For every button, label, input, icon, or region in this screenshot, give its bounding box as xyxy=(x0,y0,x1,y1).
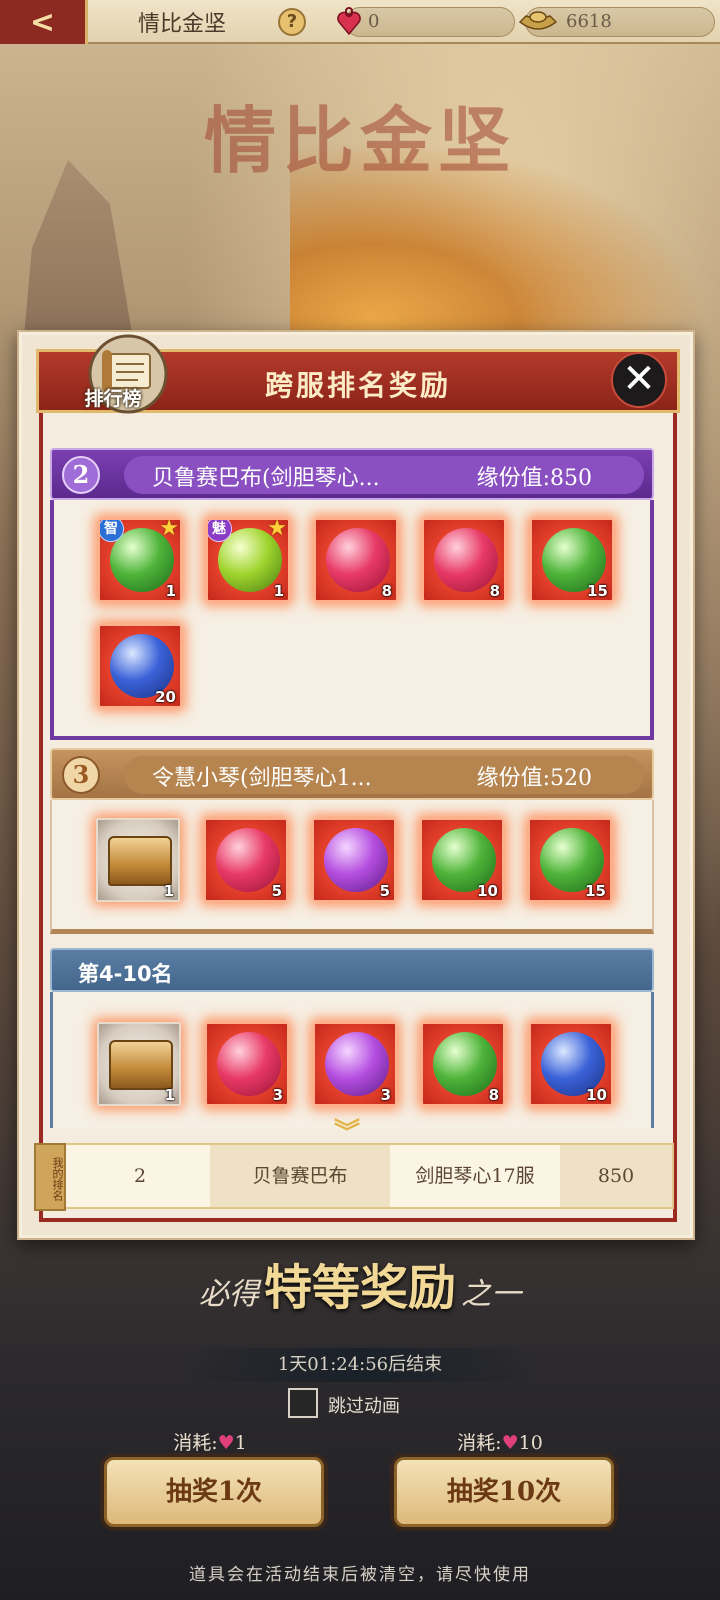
treasure-chest-icon xyxy=(108,836,172,886)
red-orb-icon xyxy=(326,528,390,592)
rank-4-10-items: 1 3 3 8 10 xyxy=(50,992,654,1128)
heart-icon: ♥ xyxy=(217,1432,235,1454)
reward-item[interactable]: 1 xyxy=(96,818,180,902)
treasure-chest-icon xyxy=(109,1040,173,1090)
rank-4-10-header: 第4-10名 xyxy=(50,948,654,992)
draw-ten-button[interactable]: 抽奖10次 xyxy=(394,1457,614,1527)
rank-3-items: 1 5 5 10 15 xyxy=(50,800,654,934)
skip-animation-label: 跳过动画 xyxy=(328,1396,400,1417)
green-lotus-orb-icon xyxy=(433,1032,497,1096)
reward-item[interactable]: 10 xyxy=(529,1022,613,1106)
reward-item[interactable]: 3 xyxy=(313,1022,397,1106)
ingot-count: 6618 xyxy=(566,11,612,32)
my-rank-score: 850 xyxy=(560,1145,672,1207)
ingot-currency: 6618 xyxy=(518,7,715,37)
heart-currency: 0 xyxy=(337,7,515,37)
top-bar: < 情比金坚 ? 0 6618 xyxy=(0,0,720,44)
draw-once-button[interactable]: 抽奖1次 xyxy=(104,1457,324,1527)
my-rank-server: 剑胆琴心17服 xyxy=(415,1165,535,1187)
heart-lock-icon xyxy=(337,7,361,36)
star-icon: ★ xyxy=(267,518,287,541)
rank-2-items: 智 ★ 1 魅 ★ 1 8 8 15 20 xyxy=(50,500,654,740)
leaderboard-badge-label: 排行榜 xyxy=(84,388,142,410)
footer-note: 道具会在活动结束后被清空，请尽快使用 xyxy=(189,1565,531,1585)
purple-orb-icon xyxy=(325,1032,389,1096)
reward-item[interactable]: 15 xyxy=(528,818,612,902)
top-title: 情比金坚 xyxy=(138,12,227,37)
star-icon: ★ xyxy=(159,518,179,541)
red-orb-icon xyxy=(217,1032,281,1096)
reward-item[interactable]: 8 xyxy=(314,518,398,602)
help-button[interactable]: ? xyxy=(278,8,306,36)
my-rank-tag: 我的排名 xyxy=(34,1143,66,1211)
purple-orb-icon xyxy=(324,828,388,892)
skip-animation-checkbox[interactable] xyxy=(288,1388,318,1418)
heart-count: 0 xyxy=(368,11,380,32)
rank-range-title: 第4-10名 xyxy=(78,962,173,986)
affinity-score: 缘份值:850 xyxy=(476,466,592,491)
red-orb-icon xyxy=(216,828,280,892)
my-rank-number: 2 xyxy=(133,1165,147,1187)
player-name: 贝鲁赛巴布(剑胆琴心... xyxy=(152,466,380,491)
special-reward-banner: 必得 特等奖励 之一 xyxy=(198,1260,522,1316)
rank-2-header: 2 贝鲁赛巴布(剑胆琴心... 缘份值:850 xyxy=(50,448,654,500)
banner-title: 情比金坚 xyxy=(203,98,516,183)
back-arrow-icon: < xyxy=(29,4,56,40)
reward-item[interactable]: 5 xyxy=(204,818,288,902)
reward-item[interactable]: 15 xyxy=(530,518,614,602)
rank-badge: 2 xyxy=(62,456,100,494)
reward-item[interactable]: 魅 ★ 1 xyxy=(206,518,290,602)
rank-badge: 3 xyxy=(62,756,100,794)
event-timer: 1天01:24:56后结束 xyxy=(180,1348,540,1382)
reward-item[interactable]: 10 xyxy=(420,818,504,902)
player-name: 令慧小琴(剑胆琴心1... xyxy=(152,766,372,791)
gold-ingot-icon xyxy=(518,11,558,30)
reward-item[interactable]: 3 xyxy=(205,1022,289,1106)
cost-single: 消耗:♥1 xyxy=(173,1432,247,1454)
heart-icon: ♥ xyxy=(501,1432,519,1454)
reward-item[interactable]: 智 ★ 1 xyxy=(98,518,182,602)
reward-item[interactable]: 8 xyxy=(421,1022,505,1106)
reward-list[interactable]: 2 贝鲁赛巴布(剑胆琴心... 缘份值:850 智 ★ 1 魅 ★ 1 8 8 … xyxy=(37,412,661,1128)
reward-item[interactable]: 5 xyxy=(312,818,396,902)
my-rank-bar: 我的排名 2 贝鲁赛巴布 剑胆琴心17服 850 xyxy=(34,1143,674,1211)
my-rank-name: 贝鲁赛巴布 xyxy=(210,1145,390,1207)
close-icon: ✕ xyxy=(622,356,656,402)
cost-ten: 消耗:♥10 xyxy=(457,1432,543,1454)
back-button[interactable]: < xyxy=(0,0,88,44)
reward-item[interactable]: 20 xyxy=(98,624,182,708)
close-button[interactable]: ✕ xyxy=(611,352,667,408)
reward-item[interactable]: 8 xyxy=(422,518,506,602)
rank-3-header: 3 令慧小琴(剑胆琴心1... 缘份值:520 xyxy=(50,748,654,800)
red-orb-icon xyxy=(434,528,498,592)
affinity-score: 缘份值:520 xyxy=(476,766,592,791)
reward-item[interactable]: 1 xyxy=(97,1022,181,1106)
